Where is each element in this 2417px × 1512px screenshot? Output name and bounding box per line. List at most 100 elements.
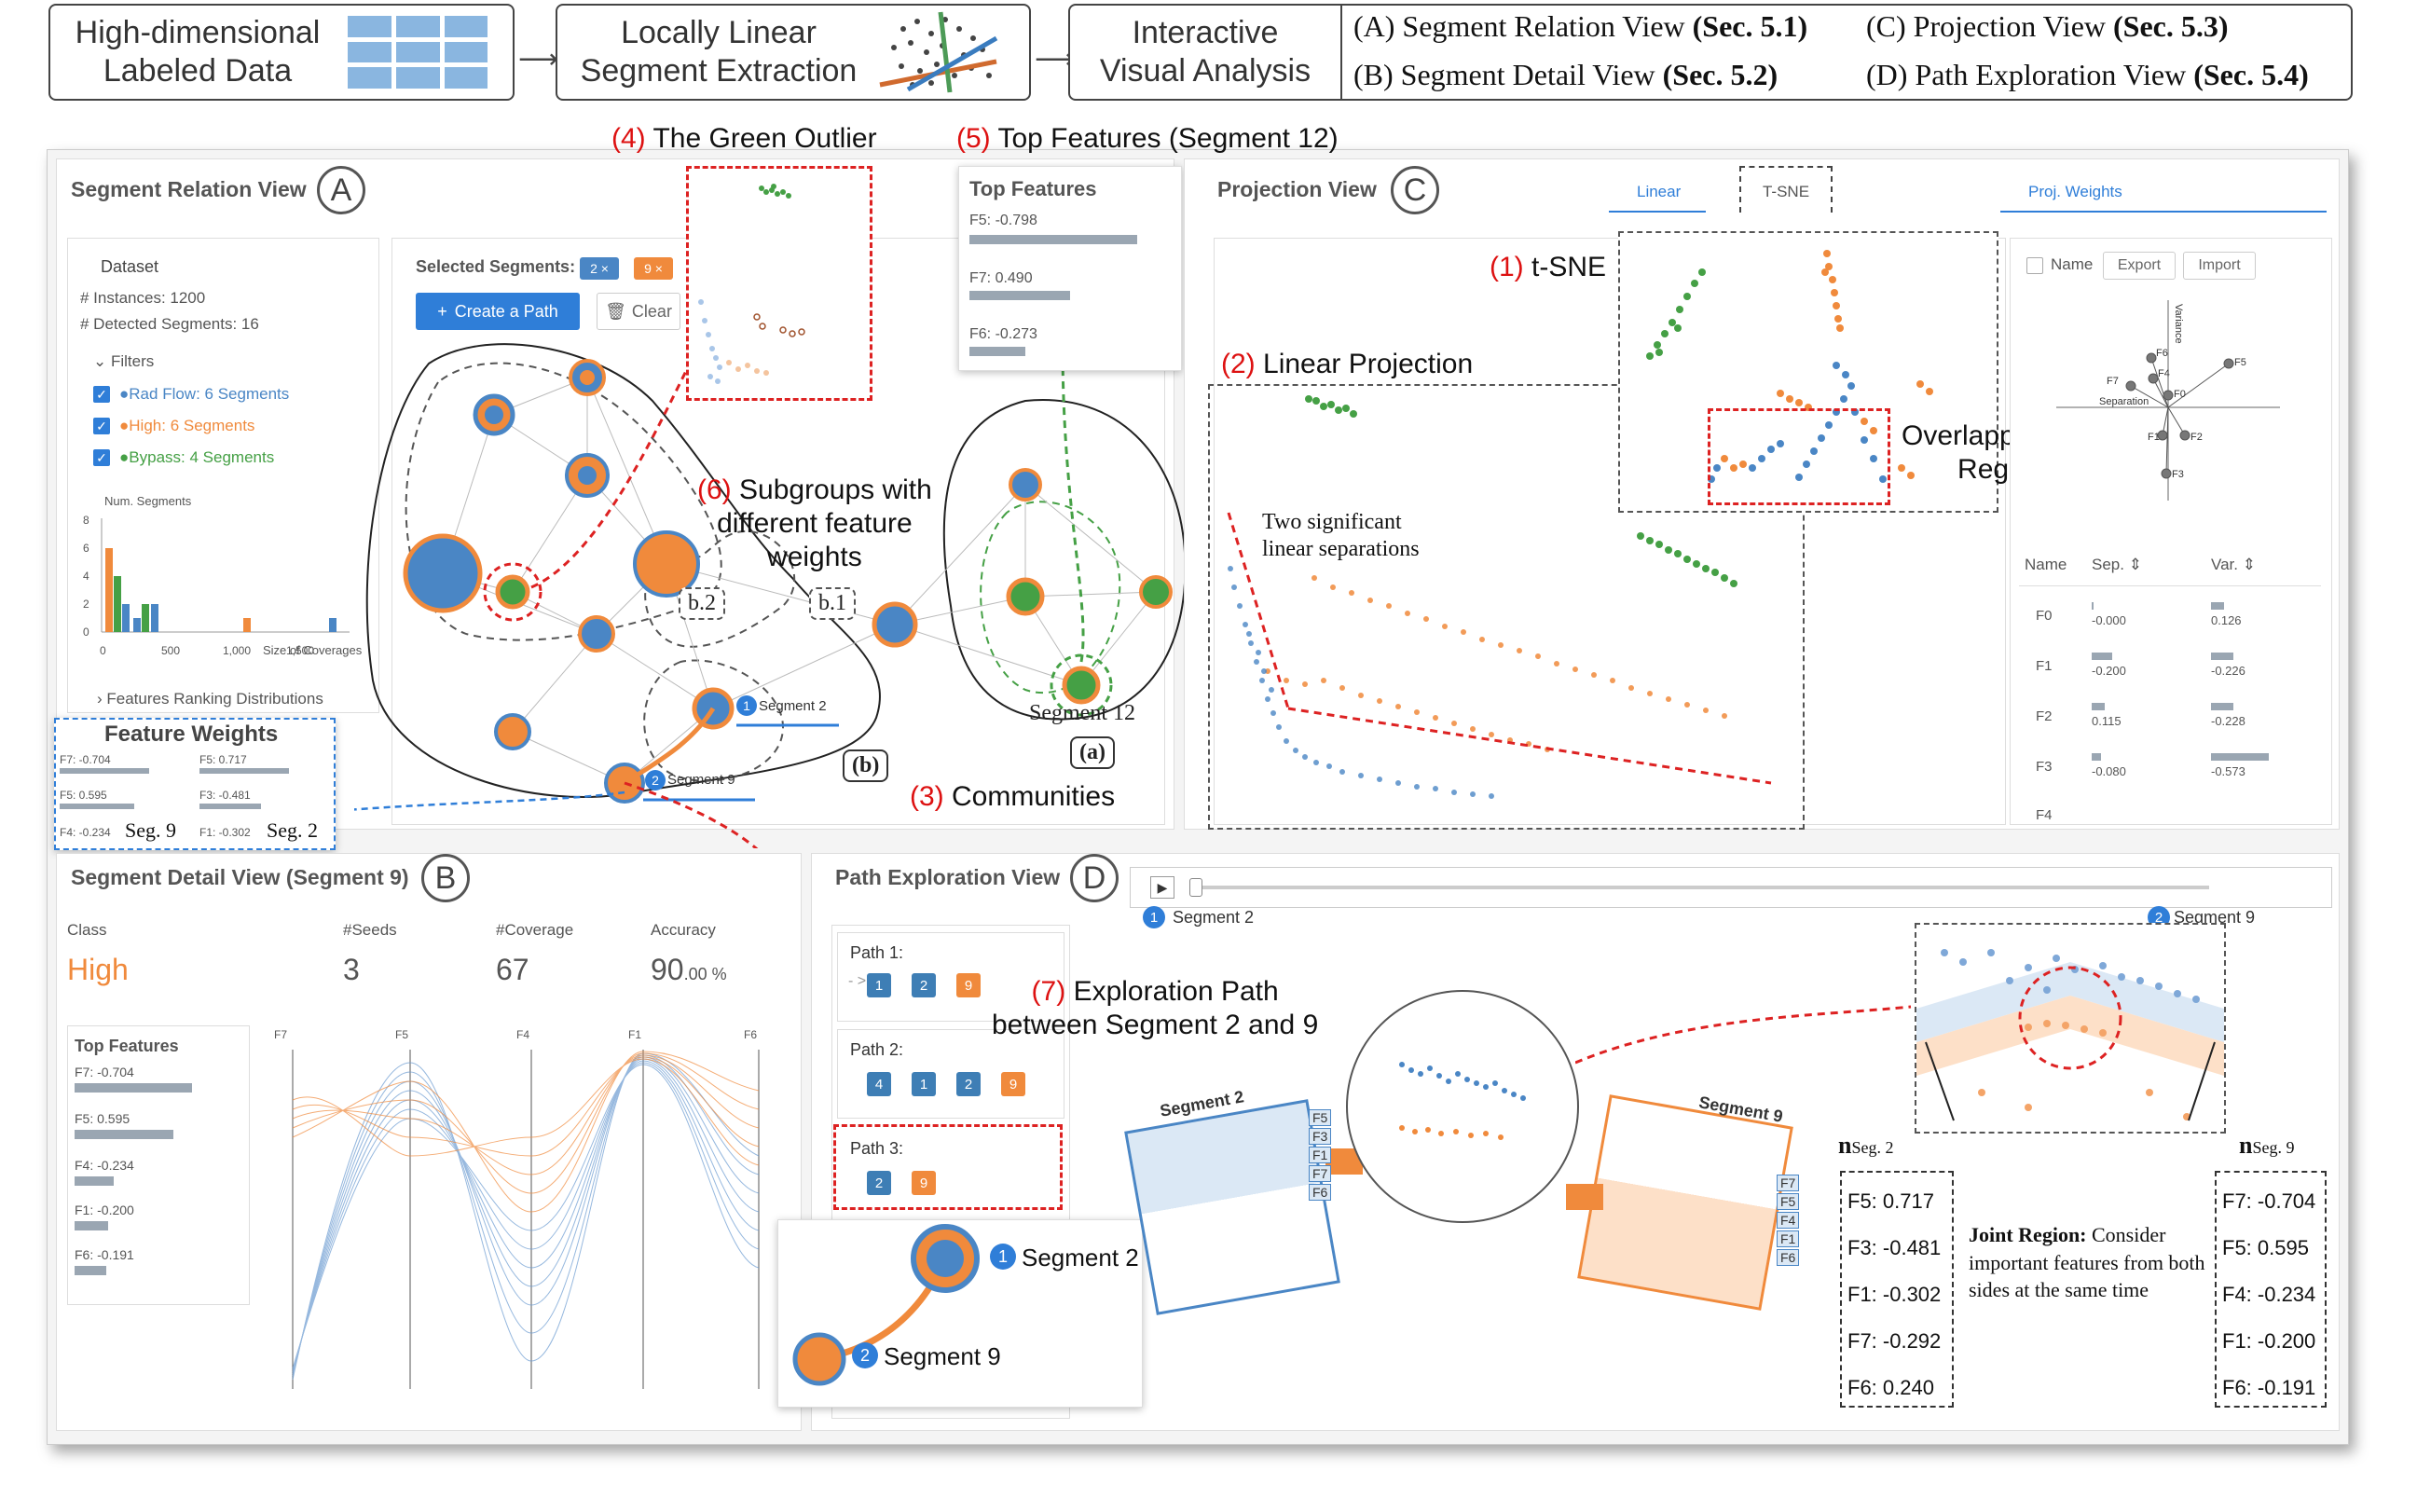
seg2-tab: F6 xyxy=(1309,1184,1332,1201)
chip-segment-9[interactable]: 9 × xyxy=(634,257,673,280)
hist-bar xyxy=(133,618,141,632)
path-2-node: 9 xyxy=(1001,1072,1025,1096)
pipeline-step-analysis-label: Interactive Visual Analysis xyxy=(1099,15,1311,89)
slider-handle[interactable] xyxy=(1189,878,1202,897)
chip-segment-2[interactable]: 2 × xyxy=(580,257,619,280)
table-cell-name: F1 xyxy=(2036,658,2053,674)
path-1-node: 2 xyxy=(912,973,936,997)
hist-bar xyxy=(142,604,149,632)
fw-left-item: F5: 0.595 xyxy=(60,789,107,802)
graph-node xyxy=(565,453,610,498)
legend-item-b: (B) Segment Detail View (Sec. 5.2) xyxy=(1353,58,1778,91)
tab-linear[interactable]: Linear xyxy=(1637,183,1681,201)
pc-axis-label: F7 xyxy=(274,1028,287,1041)
tab-tsne[interactable]: T-SNE xyxy=(1739,166,1833,213)
seg9-tab: F5 xyxy=(1777,1193,1800,1210)
table-divider xyxy=(2019,585,2321,586)
path-item-3[interactable] xyxy=(833,1124,1063,1210)
annotation-exploration-path: (7) Exploration Path between Segment 2 a… xyxy=(992,976,1319,1040)
graph-node xyxy=(495,574,530,610)
tab-proj-weights[interactable]: Proj. Weights xyxy=(2028,183,2122,201)
play-button[interactable]: ▶ xyxy=(1150,876,1174,899)
seg9-tab: F4 xyxy=(1777,1212,1800,1229)
table-cell-var: -0.228 xyxy=(2211,714,2245,728)
graph-node xyxy=(403,533,483,613)
sep-bar xyxy=(2092,753,2101,761)
pw-point-label: F1 xyxy=(2148,432,2160,443)
sep-bar xyxy=(2092,602,2094,610)
hist-bar xyxy=(105,548,113,632)
path-3-node: 2 xyxy=(867,1171,891,1195)
fw-right-item: F5: 0.717 xyxy=(199,753,247,766)
slider-left-badge: 1 xyxy=(1143,906,1165,928)
nseg2-item: F7: -0.292 xyxy=(1847,1329,1942,1353)
name-checkbox-label: Name xyxy=(2051,255,2094,273)
nseg2-item: F3: -0.481 xyxy=(1847,1236,1942,1259)
pipeline-step-data: High-dimensional Labeled Data xyxy=(48,4,515,101)
filter-checkbox-bypass[interactable]: ✓ xyxy=(93,449,110,466)
tab-proj-weights-underline xyxy=(2000,211,2327,213)
export-button[interactable]: Export xyxy=(2103,252,2176,280)
annotation-subgroups: (6) Subgroups with different feature wei… xyxy=(697,474,932,572)
table-header-sep[interactable]: Sep. ⇕ xyxy=(2092,556,2142,574)
filter-checkbox-high[interactable]: ✓ xyxy=(93,418,110,434)
hist-bar xyxy=(329,618,336,632)
joint-region-scatter xyxy=(1399,1062,1526,1140)
filters-toggle[interactable]: ⌄ Filters xyxy=(93,352,154,371)
view-b-letter: B xyxy=(421,854,470,902)
seg2-tab: F3 xyxy=(1309,1128,1332,1145)
zoom-seg9-label: Segment 9 xyxy=(884,1342,1001,1370)
var-bar xyxy=(2211,602,2224,610)
pipeline-arrow: ⟶ xyxy=(518,44,559,75)
create-path-button[interactable]: + Create a Path xyxy=(416,293,580,330)
stat-label-seeds: #Seeds xyxy=(343,921,397,939)
nseg2-item: F6: 0.240 xyxy=(1847,1376,1934,1399)
detail-feature-bar xyxy=(75,1130,173,1139)
hist-xtick: 1,000 xyxy=(223,644,251,657)
segment-2-badge[interactable]: 1 xyxy=(736,695,757,716)
table-cell-var: -0.226 xyxy=(2211,664,2245,678)
graph-node xyxy=(1006,577,1045,616)
graph-node xyxy=(1009,468,1042,502)
hist-ytick: 6 xyxy=(83,542,89,555)
import-button[interactable]: Import xyxy=(2183,252,2256,280)
fw-seg9-label: Seg. 9 xyxy=(125,818,176,842)
clear-button[interactable]: 🗑 Clear xyxy=(597,293,680,330)
view-b-title: Segment Detail View (Segment 9) xyxy=(71,865,409,889)
table-header-var[interactable]: Var. ⇕ xyxy=(2211,556,2256,574)
detail-feature-item: F1: -0.200 xyxy=(75,1203,134,1217)
segment-9-panel xyxy=(1577,1094,1793,1311)
joint-region-note: Joint Region: Consider important feature… xyxy=(1969,1223,2205,1302)
sep-bar xyxy=(2092,703,2105,710)
legend-item-c: (C) Projection View (Sec. 5.3) xyxy=(1866,9,2229,43)
table-cell-sep: -0.200 xyxy=(2092,664,2126,678)
filter-checkbox-rad-flow[interactable]: ✓ xyxy=(93,386,110,403)
name-checkbox[interactable] xyxy=(2026,257,2043,274)
hist-ytick: 0 xyxy=(83,625,89,639)
filter-label-high: ●High: 6 Segments xyxy=(119,417,255,434)
fw-right-bar xyxy=(199,768,289,774)
annotation-communities: (3) Communities xyxy=(910,781,1116,812)
pw-point-label: F2 xyxy=(2190,432,2203,443)
pc-axis-label: F6 xyxy=(744,1028,757,1041)
pw-point-label: F5 xyxy=(2234,357,2246,368)
annotation-green-outlier: (4) The Green Outlier xyxy=(611,123,877,154)
annotation-two-separations: Two significant linear separations xyxy=(1262,510,1420,561)
nseg2-item: F1: -0.302 xyxy=(1847,1283,1942,1306)
hist-xtick: 500 xyxy=(161,644,180,657)
view-c-title: Projection View xyxy=(1217,177,1377,201)
view-c-letter: C xyxy=(1391,166,1439,214)
top-feature-bar xyxy=(969,347,1025,356)
pw-point-label: F3 xyxy=(2172,469,2184,480)
tab-linear-underline xyxy=(1609,211,1706,213)
fw-left-bar xyxy=(60,804,134,809)
slider-track[interactable] xyxy=(1193,886,2209,889)
annotation-top-features: (5) Top Features (Segment 12) xyxy=(956,123,1339,154)
features-ranking-toggle[interactable]: › Features Ranking Distributions xyxy=(97,690,323,708)
top-features-card-title: Top Features xyxy=(969,177,1097,200)
path-1-node: 9 xyxy=(956,973,981,997)
table-header-name[interactable]: Name xyxy=(2025,556,2067,574)
graph-node xyxy=(872,601,918,648)
segment-9-badge[interactable]: 2 xyxy=(645,770,666,790)
histogram-ylabel: Num. Segments xyxy=(104,494,192,508)
